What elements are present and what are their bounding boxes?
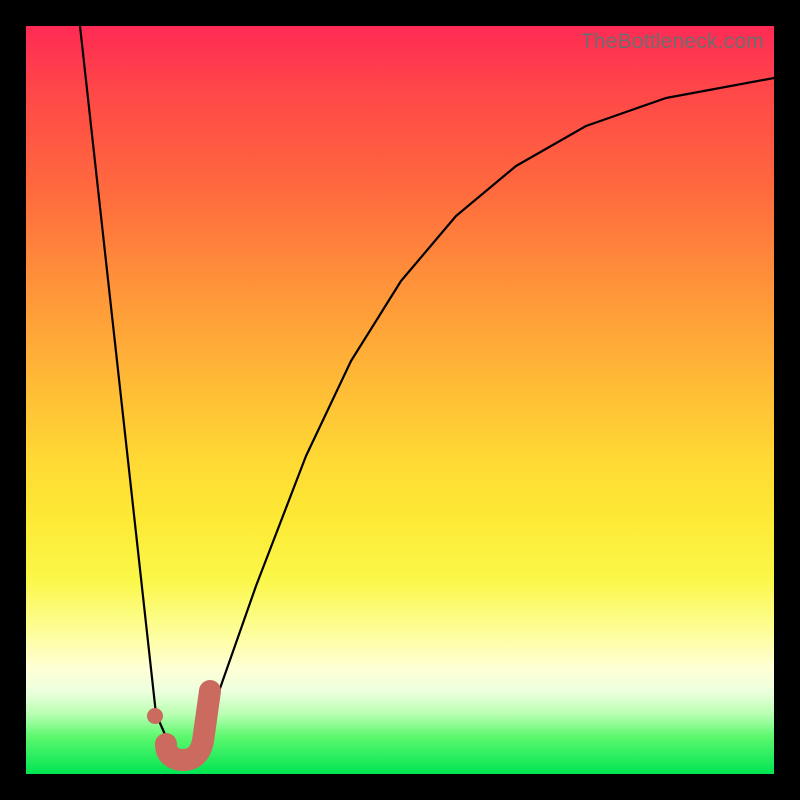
hook-marker	[26, 26, 774, 774]
chart-plot-area: TheBottleneck.com	[26, 26, 774, 774]
hook-dot-icon	[147, 708, 163, 724]
hook-path	[166, 691, 210, 760]
chart-frame: TheBottleneck.com	[0, 0, 800, 800]
